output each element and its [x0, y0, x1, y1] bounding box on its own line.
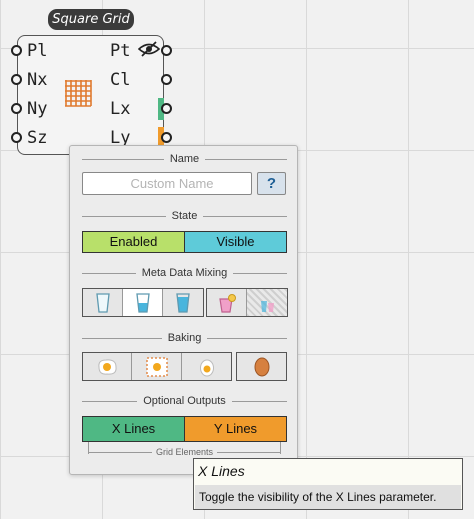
- output-grip-ly[interactable]: [161, 132, 172, 143]
- glass-empty-icon[interactable]: [83, 289, 123, 316]
- glass-full-icon[interactable]: [163, 289, 203, 316]
- visible-toggle[interactable]: Visible: [185, 232, 286, 252]
- grid-elements-label: Grid Elements: [89, 447, 280, 457]
- x-lines-toggle[interactable]: X Lines: [83, 417, 185, 441]
- egg-in-box-icon[interactable]: [132, 353, 182, 380]
- input-grip-pl[interactable]: [11, 45, 22, 56]
- input-grip-sz[interactable]: [11, 132, 22, 143]
- tooltip: X Lines Toggle the visibility of the X L…: [193, 458, 463, 510]
- output-grip-pt[interactable]: [161, 45, 172, 56]
- custom-name-input[interactable]: [82, 172, 252, 195]
- meta-section-title: Meta Data Mixing: [82, 266, 287, 280]
- optional-outputs-row: X Lines Y Lines: [82, 416, 287, 442]
- square-grid-icon: [65, 80, 92, 107]
- glass-cocktail-icon[interactable]: [207, 289, 247, 316]
- name-section-title: Name: [82, 152, 287, 166]
- meta-mixing-group: [82, 288, 204, 317]
- meta-mixing-extra-group: [206, 288, 288, 317]
- optional-outputs-title: Optional Outputs: [82, 394, 287, 408]
- component-context-panel: Name ? State Enabled Visible Meta Data M…: [69, 145, 298, 475]
- whole-egg-icon[interactable]: [237, 353, 286, 380]
- output-label-cl[interactable]: Cl: [110, 70, 130, 90]
- state-toggle-row: Enabled Visible: [82, 231, 287, 253]
- tooltip-body: Toggle the visibility of the X Lines par…: [195, 485, 461, 509]
- glass-half-icon[interactable]: [123, 289, 163, 316]
- output-grip-cl[interactable]: [161, 74, 172, 85]
- input-label-pl[interactable]: Pl: [27, 41, 47, 61]
- input-grip-nx[interactable]: [11, 74, 22, 85]
- output-label-pt[interactable]: Pt: [110, 41, 130, 61]
- square-grid-component[interactable]: Pl Nx Ny Sz Pt Cl Lx Ly: [11, 35, 172, 155]
- help-button[interactable]: ?: [257, 172, 286, 195]
- fried-egg-icon[interactable]: [83, 353, 132, 380]
- glass-mixed-icon[interactable]: [247, 289, 287, 316]
- state-section-title: State: [82, 209, 287, 223]
- input-label-nx[interactable]: Nx: [27, 70, 47, 90]
- component-title: Square Grid: [48, 9, 134, 30]
- enabled-toggle[interactable]: Enabled: [83, 232, 185, 252]
- tooltip-title: X Lines: [198, 463, 245, 479]
- eye-hidden-icon[interactable]: [138, 41, 160, 57]
- baking-section-title: Baking: [82, 331, 287, 345]
- input-grip-ny[interactable]: [11, 103, 22, 114]
- boiled-egg-icon[interactable]: [182, 353, 231, 380]
- y-lines-toggle[interactable]: Y Lines: [185, 417, 286, 441]
- grid-elements-bracket: Grid Elements: [88, 442, 281, 457]
- input-label-sz[interactable]: Sz: [27, 128, 47, 148]
- output-grip-lx[interactable]: [161, 103, 172, 114]
- input-label-ny[interactable]: Ny: [27, 99, 47, 119]
- output-label-lx[interactable]: Lx: [110, 99, 130, 119]
- baking-group: [82, 352, 232, 381]
- baking-extra-group: [236, 352, 287, 381]
